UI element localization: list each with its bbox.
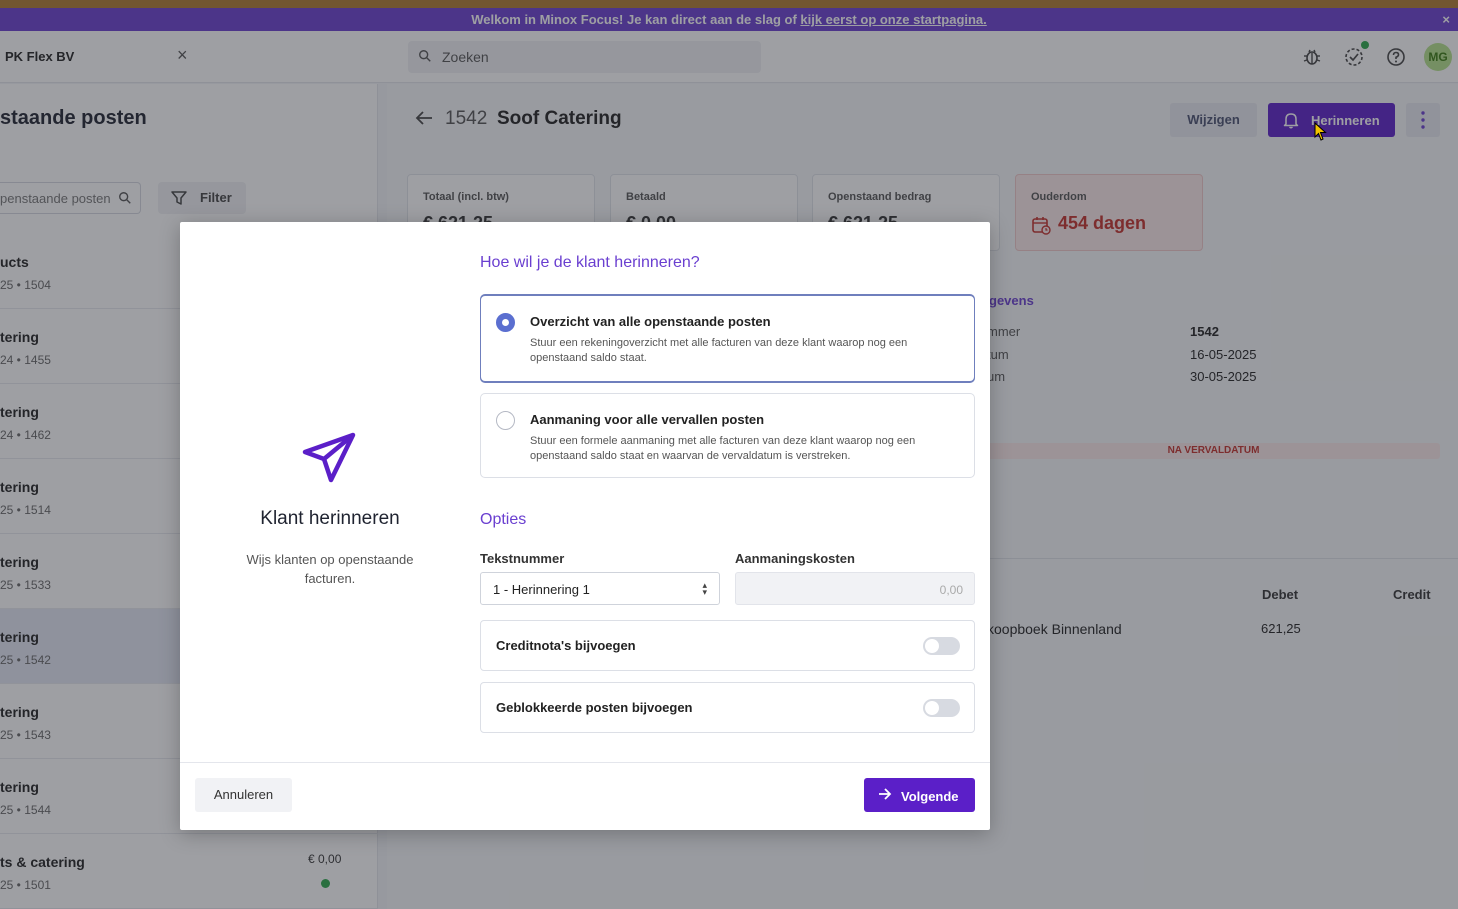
select-value: 1 - Herinnering 1	[493, 582, 590, 597]
dialog-footer-divider	[180, 762, 990, 763]
option-description: Stuur een rekeningoverzicht met alle fac…	[530, 337, 908, 364]
text-number-label: Tekstnummer	[480, 551, 565, 566]
dialog-description: Wijs klanten op openstaande facturen.	[246, 552, 414, 586]
cancel-button[interactable]: Annuleren	[195, 778, 292, 812]
select-arrows-icon: ▴ ▾	[702, 580, 707, 597]
arrow-right-icon	[879, 788, 892, 800]
mouse-cursor-icon	[1314, 122, 1327, 141]
text-number-select[interactable]: 1 - Herinnering 1 ▴ ▾	[480, 572, 720, 605]
question-heading: Hoe wil je de klant herinneren?	[480, 254, 700, 271]
option-title: Aanmaning voor alle vervallen posten	[530, 412, 765, 427]
options-heading: Opties	[480, 511, 527, 528]
option-reminder[interactable]: Aanmaning voor alle vervallen posten Stu…	[480, 393, 975, 478]
costs-input: 0,00	[735, 572, 975, 605]
toggle-label: Geblokkeerde posten bijvoegen	[496, 700, 693, 715]
costs-value: 0,00	[939, 583, 963, 597]
radio-selected[interactable]	[496, 313, 515, 332]
toggle-label: Creditnota's bijvoegen	[496, 638, 636, 653]
next-label: Volgende	[901, 789, 959, 804]
attach-credit-notes-toggle[interactable]	[923, 637, 960, 655]
option-overview[interactable]: Overzicht van alle openstaande posten St…	[480, 295, 975, 382]
attach-blocked-row: Geblokkeerde posten bijvoegen	[480, 682, 975, 733]
costs-label: Aanmaningskosten	[735, 551, 855, 566]
option-title: Overzicht van alle openstaande posten	[530, 314, 771, 329]
dialog-title: Klant herinneren	[260, 508, 400, 529]
radio-unselected[interactable]	[496, 411, 515, 430]
paper-plane-icon	[302, 432, 356, 483]
remind-customer-dialog: Klant herinneren Wijs klanten op opensta…	[180, 222, 990, 830]
attach-credit-notes-row: Creditnota's bijvoegen	[480, 620, 975, 671]
option-description: Stuur een formele aanmaning met alle fac…	[530, 435, 916, 462]
next-button[interactable]: Volgende	[864, 778, 975, 812]
attach-blocked-toggle[interactable]	[923, 699, 960, 717]
